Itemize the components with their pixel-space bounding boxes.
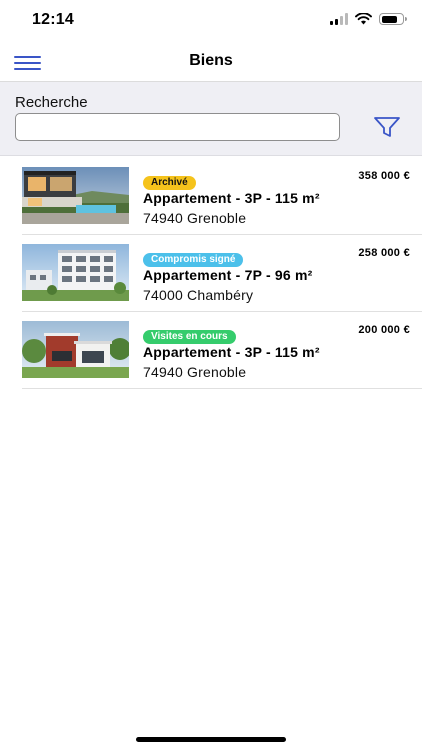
property-location: 74000 Chambéry	[143, 287, 254, 303]
property-thumbnail	[22, 321, 129, 378]
page-title: Biens	[189, 52, 233, 69]
battery-icon	[379, 13, 407, 25]
list-item[interactable]: Visites en cours 200 000 € Appartement -…	[22, 312, 422, 389]
search-input[interactable]	[15, 113, 340, 141]
search-section: Recherche	[0, 82, 422, 156]
list-item-body: Archivé 358 000 € Appartement - 3P - 115…	[143, 158, 422, 234]
status-icons	[330, 13, 407, 25]
property-title: Appartement - 7P - 96 m²	[143, 267, 313, 283]
status-badge: Visites en cours	[143, 330, 236, 344]
list-item[interactable]: Archivé 358 000 € Appartement - 3P - 115…	[22, 158, 422, 235]
cellular-signal-icon	[330, 13, 348, 25]
property-thumbnail	[22, 244, 129, 301]
search-label: Recherche	[15, 94, 88, 111]
price: 200 000 €	[358, 324, 410, 336]
status-bar: 12:14	[0, 0, 422, 42]
price: 358 000 €	[358, 170, 410, 182]
status-time: 12:14	[32, 11, 74, 28]
list-item-body: Visites en cours 200 000 € Appartement -…	[143, 312, 422, 388]
filter-button[interactable]	[372, 114, 402, 140]
filter-icon	[374, 117, 400, 137]
property-title: Appartement - 3P - 115 m²	[143, 190, 320, 206]
property-location: 74940 Grenoble	[143, 210, 247, 226]
home-indicator	[136, 737, 286, 742]
wifi-icon	[355, 13, 372, 25]
status-badge: Compromis signé	[143, 253, 244, 267]
list-item[interactable]: Compromis signé 258 000 € Appartement - …	[22, 235, 422, 312]
property-location: 74940 Grenoble	[143, 364, 247, 380]
property-list: Archivé 358 000 € Appartement - 3P - 115…	[0, 158, 422, 389]
nav-bar: Biens	[0, 42, 422, 82]
status-badge: Archivé	[143, 176, 196, 190]
price: 258 000 €	[358, 247, 410, 259]
property-thumbnail	[22, 167, 129, 224]
list-item-body: Compromis signé 258 000 € Appartement - …	[143, 235, 422, 311]
property-title: Appartement - 3P - 115 m²	[143, 344, 320, 360]
